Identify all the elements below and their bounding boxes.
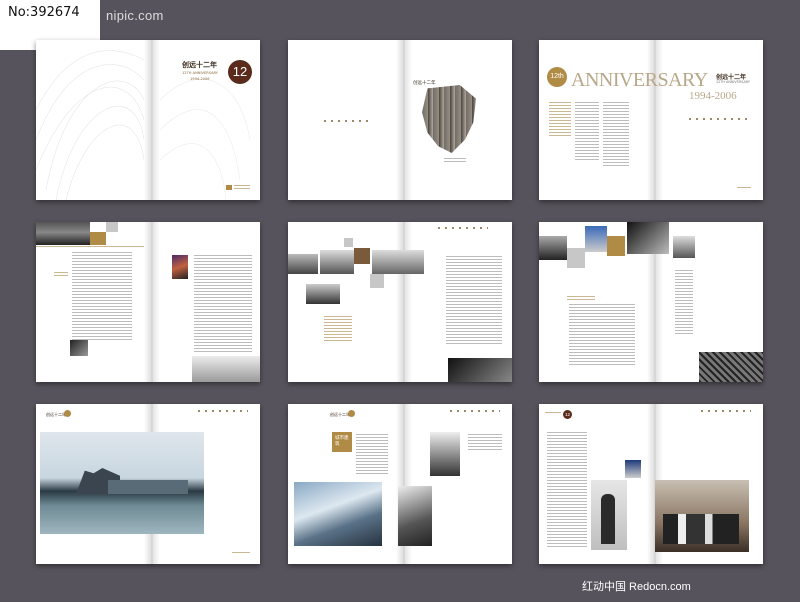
accent-square — [344, 238, 353, 247]
site-photo — [306, 284, 340, 304]
sky-photo — [585, 226, 607, 252]
brochure-spread-3: 12th ANNIVERSARY 创远十二年 12TH ANNIVERSARY … — [539, 40, 763, 200]
cover-en-subtitle: 12TH ANNIVERSARY — [182, 71, 219, 75]
brochure-spread-1: 创远十二年 12TH ANNIVERSARY 1994-2006 12 — [36, 40, 260, 200]
interior-photo — [539, 236, 567, 260]
page-header — [545, 412, 561, 415]
accent-square — [607, 236, 625, 256]
dotted-rule — [450, 410, 500, 412]
crane-photo — [627, 222, 669, 254]
spread7-cn-title: 创远十二年 — [46, 412, 66, 417]
accent-square — [370, 274, 384, 288]
building-shape — [108, 480, 188, 494]
skyscraper-photo — [398, 486, 432, 546]
section-heading — [54, 272, 68, 276]
section-label-box: 城市建筑 — [332, 432, 352, 452]
body-text — [446, 256, 502, 344]
watermark-text: nipic.com — [106, 8, 164, 23]
dotted-rule — [689, 118, 749, 120]
anniversary-badge: 12th — [547, 67, 567, 87]
worker-photo — [625, 460, 641, 478]
mosaic-caption — [444, 158, 466, 162]
brochure-spread-7: 创远十二年 — [36, 404, 260, 564]
spread2-cn-title: 创远十二年 — [413, 81, 436, 86]
anniversary-headline: ANNIVERSARY — [571, 69, 708, 91]
book-fold — [396, 222, 412, 382]
logo-mark — [226, 185, 232, 190]
spread3-en-subtitle: 12TH ANNIVERSARY — [716, 80, 750, 84]
executive-figure — [601, 494, 615, 544]
brochure-spread-6 — [539, 222, 763, 382]
page-footer — [232, 552, 250, 555]
mini-badge — [64, 410, 71, 417]
spread3-years: 1994-2006 — [689, 90, 737, 102]
line-art-swirl — [36, 50, 145, 200]
footer-credit: 红动中国 Redocn.com — [582, 581, 691, 593]
body-text — [675, 270, 693, 334]
dotted-rule — [701, 410, 751, 412]
brochure-spread-2: 创远十二年 — [288, 40, 512, 200]
body-text — [72, 252, 132, 342]
intro-text-column — [575, 102, 599, 162]
cover-cn-title: 创远十二年 — [182, 61, 217, 69]
cover-years: 1994-2006 — [190, 77, 210, 81]
accent-square — [106, 222, 118, 232]
construction-photo — [36, 222, 90, 245]
team-figures — [663, 514, 739, 544]
site-photo — [372, 250, 424, 274]
body-text — [569, 304, 635, 366]
accent-square — [354, 248, 370, 264]
page-footer — [737, 187, 751, 190]
dotted-caption — [324, 120, 368, 122]
dotted-rule — [438, 227, 488, 229]
skyline-photo — [192, 356, 260, 382]
accent-square — [90, 232, 106, 245]
cover-badge: 12 — [228, 60, 252, 84]
building-photo — [448, 358, 512, 382]
divider-line — [36, 246, 144, 247]
site-photo — [288, 254, 318, 274]
body-text — [194, 255, 252, 353]
detail-photo — [70, 340, 88, 356]
intro-text-column — [549, 102, 571, 136]
book-fold — [647, 40, 663, 200]
body-text — [468, 434, 502, 452]
spread8-cn-title: 创远十二年 — [330, 412, 350, 417]
book-fold — [144, 222, 160, 382]
body-text — [356, 434, 388, 476]
steel-structure-photo — [699, 352, 763, 382]
section-heading — [567, 296, 595, 300]
tower-photo — [430, 432, 460, 476]
book-fold — [396, 40, 412, 200]
site-photo — [320, 250, 354, 274]
dotted-rule — [198, 410, 248, 412]
brochure-spread-9: 12 — [539, 404, 763, 564]
brochure-spread-5 — [288, 222, 512, 382]
worker-photo — [172, 255, 188, 279]
caption-list — [324, 316, 352, 342]
glass-tower-photo — [294, 482, 382, 546]
logo-text — [234, 185, 250, 190]
workers-photo — [673, 236, 695, 258]
book-fold — [144, 40, 160, 200]
showcase-canvas: No:392674 nipic.com 创远十二年 12TH ANNIVERSA… — [0, 0, 800, 602]
mini-badge — [348, 410, 355, 417]
image-id-text: No:392674 — [8, 5, 80, 20]
accent-square — [567, 248, 585, 268]
brochure-spread-8: 创远十二年 城市建筑 — [288, 404, 512, 564]
body-text — [547, 432, 587, 548]
mini-badge: 12 — [563, 410, 572, 419]
portrait-mosaic-image — [422, 85, 476, 153]
intro-text-column — [603, 102, 629, 168]
brochure-spread-4 — [36, 222, 260, 382]
